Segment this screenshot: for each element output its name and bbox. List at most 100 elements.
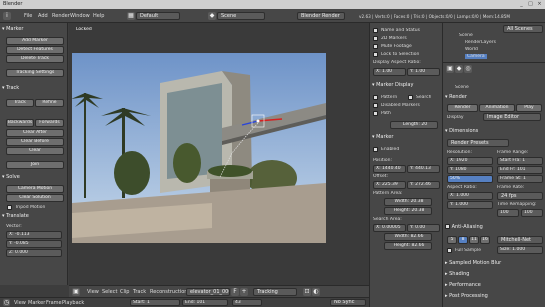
remap-new-field[interactable]: 100 [521, 209, 543, 217]
track-forwards-button[interactable]: Forwards [35, 119, 64, 127]
mode-dropdown[interactable]: Tracking [253, 288, 297, 296]
new-clip-icon[interactable]: + [240, 288, 248, 296]
close-button[interactable]: × [535, 0, 544, 9]
timeline-menu-playback[interactable]: Playback [62, 300, 84, 306]
menu-file[interactable]: File [24, 13, 32, 19]
track-backwards-button[interactable]: Backwards [6, 119, 34, 127]
full-sample-checkbox[interactable] [447, 248, 452, 253]
render-tab-icon[interactable]: ▣ [446, 65, 454, 73]
aspect-y-field[interactable]: Y: 1.000 [447, 201, 493, 209]
clear-after-button[interactable]: Clear After [6, 129, 64, 137]
path-length-field[interactable]: Length: 20 [390, 121, 438, 129]
render-panel-header[interactable]: ▾ Render [445, 93, 509, 102]
lock-icon[interactable]: ⊡ [303, 288, 311, 296]
timeline-menu-view[interactable]: View [14, 300, 26, 306]
detect-features-button[interactable]: Detect Features [6, 46, 64, 54]
tracking-settings-button[interactable]: Tracking Settings [6, 69, 64, 77]
clear-solution-button[interactable]: Clear Solution [6, 194, 64, 202]
aa-samples-11[interactable]: 11 [469, 236, 479, 244]
frame-rate-dropdown[interactable]: 24 fps [497, 192, 543, 200]
clear-button[interactable]: Clear [6, 147, 64, 155]
performance-panel-header[interactable]: ▸ Performance [445, 281, 509, 290]
clear-before-button[interactable]: Clear Before [6, 138, 64, 146]
menu-clip[interactable]: Clip [120, 289, 129, 295]
search-x-field[interactable]: X: 0.00005 [373, 224, 406, 232]
menu-reconstruction[interactable]: Reconstruction [150, 289, 187, 295]
menu-view[interactable]: View [87, 289, 99, 295]
play-button[interactable]: Play [516, 104, 542, 112]
aspect-x-field[interactable]: X: 1.000 [447, 192, 493, 200]
vector-y-field[interactable]: Y: -0.085 [6, 240, 62, 248]
pattern-height-field[interactable]: Height: 20.38 [384, 207, 432, 215]
movie-clip-frame[interactable] [72, 53, 326, 243]
scene-tab-icon[interactable]: ◆ [455, 65, 463, 73]
camera-motion-button[interactable]: Camera Motion [6, 185, 64, 193]
clip-name-field[interactable]: elevator_01_0001 [186, 288, 230, 296]
translate-panel-header[interactable]: ▾ Translate [2, 212, 66, 221]
world-tab-icon[interactable]: ◎ [464, 65, 472, 73]
track-button[interactable]: Track [6, 99, 34, 107]
display-dropdown[interactable]: Image Editor [483, 113, 541, 121]
fake-user-icon[interactable]: F [231, 288, 239, 296]
name-status-checkbox[interactable] [373, 28, 378, 33]
delete-track-button[interactable]: Delete Track [6, 55, 64, 63]
vector-z-field[interactable]: Z: 0.000 [6, 249, 62, 257]
marker-display-header[interactable]: ▾ Marker Display [372, 81, 436, 90]
start-frame-field[interactable]: Start: 1 [130, 299, 180, 306]
minimize-button[interactable]: _ [517, 0, 526, 9]
marker-enabled-checkbox[interactable] [373, 147, 378, 152]
menu-select[interactable]: Select [102, 289, 117, 295]
outliner-item-scene[interactable]: Scene [459, 33, 473, 38]
frame-start-field[interactable]: Start Fra: 1 [497, 157, 543, 165]
vector-x-field[interactable]: X: -0.113 [6, 231, 62, 239]
pattern-width-field[interactable]: Width: 20.38 [384, 198, 432, 206]
maximize-button[interactable]: □ [526, 0, 535, 9]
resolution-x-field[interactable]: X: 1920 [447, 157, 493, 165]
outliner-item-camera[interactable]: Camera [465, 54, 487, 59]
render-button[interactable]: Render [447, 104, 478, 112]
render-presets-dropdown[interactable]: Render Presets [447, 139, 509, 147]
resolution-y-field[interactable]: Y: 1080 [447, 166, 493, 174]
position-x-field[interactable]: X: 1440.40 [373, 165, 406, 173]
offset-y-field[interactable]: Y: 272.46 [407, 181, 440, 189]
lock-selection-checkbox[interactable] [373, 52, 378, 57]
outliner-item-renderlayers[interactable]: RenderLayers [465, 40, 496, 45]
aa-samples-8[interactable]: 8 [458, 236, 468, 244]
path-checkbox[interactable] [373, 111, 378, 116]
outliner-display-dropdown[interactable]: All Scenes [503, 25, 543, 33]
outliner-item-world[interactable]: World [465, 47, 478, 52]
marker-panel-header[interactable]: ▾ Marker [2, 25, 66, 34]
shading-panel-header[interactable]: ▸ Shading [445, 270, 509, 279]
aa-samples-5[interactable]: 5 [447, 236, 457, 244]
search-y-field[interactable]: Y: 0.00 [407, 224, 440, 232]
menu-render[interactable]: Render [52, 13, 70, 19]
2d-markers-checkbox[interactable] [373, 36, 378, 41]
frame-end-field[interactable]: End Fr: 101 [497, 166, 543, 174]
mute-footage-checkbox[interactable] [373, 44, 378, 49]
current-frame-field[interactable]: 43 [232, 299, 262, 306]
track-panel-header[interactable]: ▾ Track [2, 84, 66, 93]
search-checkbox[interactable] [408, 95, 413, 100]
add-marker-button[interactable]: Add Marker [6, 37, 64, 45]
position-y-field[interactable]: Y: 440.13 [407, 165, 440, 173]
aa-samples-16[interactable]: 16 [480, 236, 490, 244]
screen-layout-icon[interactable]: ▦ [127, 12, 135, 20]
disabled-markers-checkbox[interactable] [373, 103, 378, 108]
timeline-menu-frame[interactable]: Frame [46, 300, 62, 306]
tripod-motion-checkbox[interactable] [7, 205, 12, 210]
search-width-field[interactable]: Width: 82.66 [384, 233, 432, 241]
refine-button[interactable]: Refine [35, 99, 64, 107]
marker-panel-header-right[interactable]: ▾ Marker [372, 133, 436, 142]
remap-old-field[interactable]: 100 [497, 209, 519, 217]
menu-track[interactable]: Track [133, 289, 146, 295]
scene-icon[interactable]: ◆ [208, 12, 216, 20]
timeline-menu-marker[interactable]: Marker [28, 300, 45, 306]
aa-filter-dropdown[interactable]: Mitchell-Net [497, 236, 543, 244]
search-height-field[interactable]: Height: 82.66 [384, 242, 432, 250]
anti-aliasing-panel-header[interactable]: Anti-Aliasing [445, 223, 509, 232]
motion-blur-panel-header[interactable]: ▸ Sampled Motion Blur [445, 259, 509, 268]
display-icon[interactable]: ◐ [312, 288, 320, 296]
display-aspect-y[interactable]: Y: 1.00 [407, 68, 440, 76]
scene-dropdown[interactable]: Scene [217, 12, 265, 20]
layout-dropdown[interactable]: Default [136, 12, 180, 20]
